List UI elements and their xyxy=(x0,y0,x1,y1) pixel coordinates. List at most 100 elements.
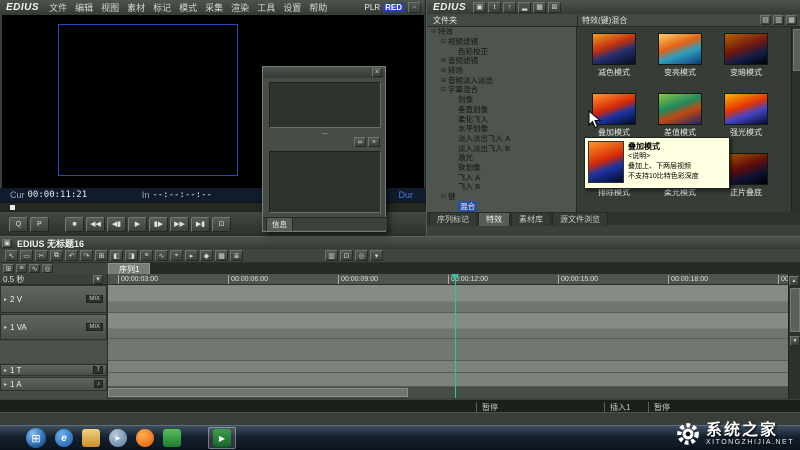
large-icon-view-button[interactable]: ▤ xyxy=(760,15,771,25)
tree-item-vertical-wipe[interactable]: 垂直划像 xyxy=(427,105,576,115)
tree-item-key[interactable]: ⊟键 xyxy=(427,192,576,202)
tab-sequence-1[interactable]: 序列1 xyxy=(108,263,150,274)
close-icon[interactable]: × xyxy=(372,68,382,77)
running-app-slot[interactable]: ▶ xyxy=(208,427,236,449)
effect-lighten-mode[interactable]: 变亮模式 xyxy=(647,31,713,91)
tree-item-title-mixers[interactable]: ⊟字幕混合 xyxy=(427,85,576,95)
start-button[interactable]: ⊞ xyxy=(26,428,46,448)
play-button[interactable]: ▶ xyxy=(128,217,147,232)
track-expand-icon[interactable]: ▸ xyxy=(4,324,7,331)
scroll-down-icon[interactable]: ▼ xyxy=(790,336,800,346)
insert-icon[interactable]: ⊞ xyxy=(95,250,108,261)
track-badge[interactable]: MIX xyxy=(86,295,103,303)
track-badge[interactable]: ♪ xyxy=(94,380,103,388)
layout-icon[interactable]: ▦ xyxy=(533,2,546,13)
tree-item-wipe[interactable]: 划像 xyxy=(427,95,576,105)
track-content-2v[interactable] xyxy=(108,285,788,313)
menu-edit[interactable]: 编辑 xyxy=(71,1,97,14)
scrollbar-thumb[interactable] xyxy=(793,29,800,71)
track-badge[interactable]: MIX xyxy=(86,323,103,331)
menu-tools[interactable]: 工具 xyxy=(253,1,279,14)
grid-icon[interactable]: ▦ xyxy=(215,250,228,261)
track-header-1va[interactable]: ▸1 VAMIX xyxy=(0,314,107,340)
remove-icon[interactable]: × xyxy=(368,137,380,147)
redo-icon[interactable]: ↷ xyxy=(80,250,93,261)
minimize-icon[interactable]: ▂ xyxy=(518,2,531,13)
track-expand-icon[interactable]: ▸ xyxy=(4,296,7,303)
menu-view[interactable]: 视图 xyxy=(97,1,123,14)
fast-forward-button[interactable]: ▶▶ xyxy=(170,217,189,232)
panel-icon[interactable]: ▣ xyxy=(473,2,486,13)
effect-subtract-mode[interactable]: 减色模式 xyxy=(581,31,647,91)
media-player-icon[interactable]: ▸ xyxy=(109,429,127,447)
playhead-line[interactable] xyxy=(455,274,456,398)
monitor-icon[interactable]: ⊡ xyxy=(340,250,353,261)
menu-capture[interactable]: 采集 xyxy=(201,1,227,14)
list-icon[interactable]: ≣ xyxy=(230,250,243,261)
tab-effects[interactable]: 特效 xyxy=(478,212,510,226)
tree-item-fade-fly-b[interactable]: 淡入淡出飞入 B xyxy=(427,143,576,153)
v-scrollbar-thumb[interactable] xyxy=(790,288,800,332)
track-zoom-icon[interactable]: ◎ xyxy=(42,264,53,273)
timeline-ruler[interactable]: 00:00:03:00 00:00:06:00 00:00:09:00 00:0… xyxy=(108,274,788,285)
mixer-icon[interactable]: ▥ xyxy=(325,250,338,261)
playhead-marker[interactable] xyxy=(451,274,459,281)
loop-button[interactable]: ⊡ xyxy=(212,217,231,232)
menu-marker[interactable]: 标记 xyxy=(149,1,175,14)
internet-explorer-icon[interactable]: e xyxy=(55,429,73,447)
undo-icon[interactable]: ↶ xyxy=(65,250,78,261)
info-dialog-titlebar[interactable]: × xyxy=(263,67,385,78)
keyframe-icon[interactable]: ◆ xyxy=(200,250,213,261)
title-tool-icon[interactable]: t xyxy=(488,2,501,13)
cut-icon[interactable]: ✂ xyxy=(35,250,48,261)
menu-help[interactable]: 帮助 xyxy=(305,1,331,14)
menu-file[interactable]: 文件 xyxy=(45,1,71,14)
tree-item-soft-wipe[interactable]: 软划像 xyxy=(427,163,576,173)
dropdown-icon[interactable]: ▾ xyxy=(370,250,383,261)
q-button[interactable]: Q xyxy=(9,217,28,232)
detail-view-button[interactable]: ▦ xyxy=(786,15,797,25)
prev-frame-button[interactable]: ◀▮ xyxy=(107,217,126,232)
green-app-icon[interactable] xyxy=(163,429,181,447)
tree-item-video-filters[interactable]: ⊟视频滤镜 xyxy=(427,37,576,47)
trim-left-icon[interactable]: ◧ xyxy=(110,250,123,261)
menu-mode[interactable]: 模式 xyxy=(175,1,201,14)
export-icon[interactable]: ◎ xyxy=(355,250,368,261)
track-header-1t[interactable]: ▸1 TT xyxy=(0,364,107,376)
track-expand-icon[interactable]: ▸ xyxy=(4,367,7,374)
goto-end-button[interactable]: ▶▮ xyxy=(191,217,210,232)
tab-sequence-marks[interactable]: 序列标记 xyxy=(429,212,477,226)
effects-scrollbar[interactable] xyxy=(791,27,800,212)
video-player-icon[interactable]: ▶ xyxy=(213,429,231,447)
effect-darken-mode[interactable]: 变暗模式 xyxy=(713,31,779,91)
twisty-icon[interactable]: ⊟ xyxy=(439,38,448,45)
link-icon[interactable]: ∞ xyxy=(354,137,366,147)
select-icon[interactable]: ▭ xyxy=(20,250,33,261)
timescale-dropdown-icon[interactable]: ▾ xyxy=(93,275,103,284)
timescale-selector[interactable]: 0.5 秒 ▾ xyxy=(0,274,107,285)
firefox-icon[interactable] xyxy=(136,429,154,447)
twisty-icon[interactable]: ⊞ xyxy=(439,57,448,64)
lock-icon[interactable]: ⊠ xyxy=(548,2,561,13)
twisty-icon[interactable]: ⊟ xyxy=(439,86,448,93)
wave-icon[interactable]: ∿ xyxy=(155,250,168,261)
tree-item-fly-a[interactable]: 飞入 A xyxy=(427,172,576,182)
rewind-button[interactable]: ◀◀ xyxy=(86,217,105,232)
tree-item-soft-fly[interactable]: 柔化飞入 xyxy=(427,114,576,124)
add-track-icon[interactable]: ⊞ xyxy=(3,264,14,273)
track-list-icon[interactable]: ≡ xyxy=(16,264,27,273)
twisty-icon[interactable]: ⊞ xyxy=(439,77,448,84)
move-icon[interactable]: ↖ xyxy=(5,250,18,261)
position-slider-handle[interactable] xyxy=(10,205,15,210)
tab-source-browser[interactable]: 源文件浏览 xyxy=(552,212,608,226)
ripple-icon[interactable]: ≡ xyxy=(140,250,153,261)
track-content-1va[interactable] xyxy=(108,313,788,339)
trim-right-icon[interactable]: ◨ xyxy=(125,250,138,261)
copy-icon[interactable]: ⧉ xyxy=(50,250,63,261)
menu-clip[interactable]: 素材 xyxy=(123,1,149,14)
tree-item-blend[interactable]: 混合 xyxy=(427,201,576,211)
small-icon-view-button[interactable]: ▥ xyxy=(773,15,784,25)
menu-settings[interactable]: 设置 xyxy=(279,1,305,14)
track-content-1a[interactable] xyxy=(108,373,788,387)
track-content-1t[interactable] xyxy=(108,361,788,373)
